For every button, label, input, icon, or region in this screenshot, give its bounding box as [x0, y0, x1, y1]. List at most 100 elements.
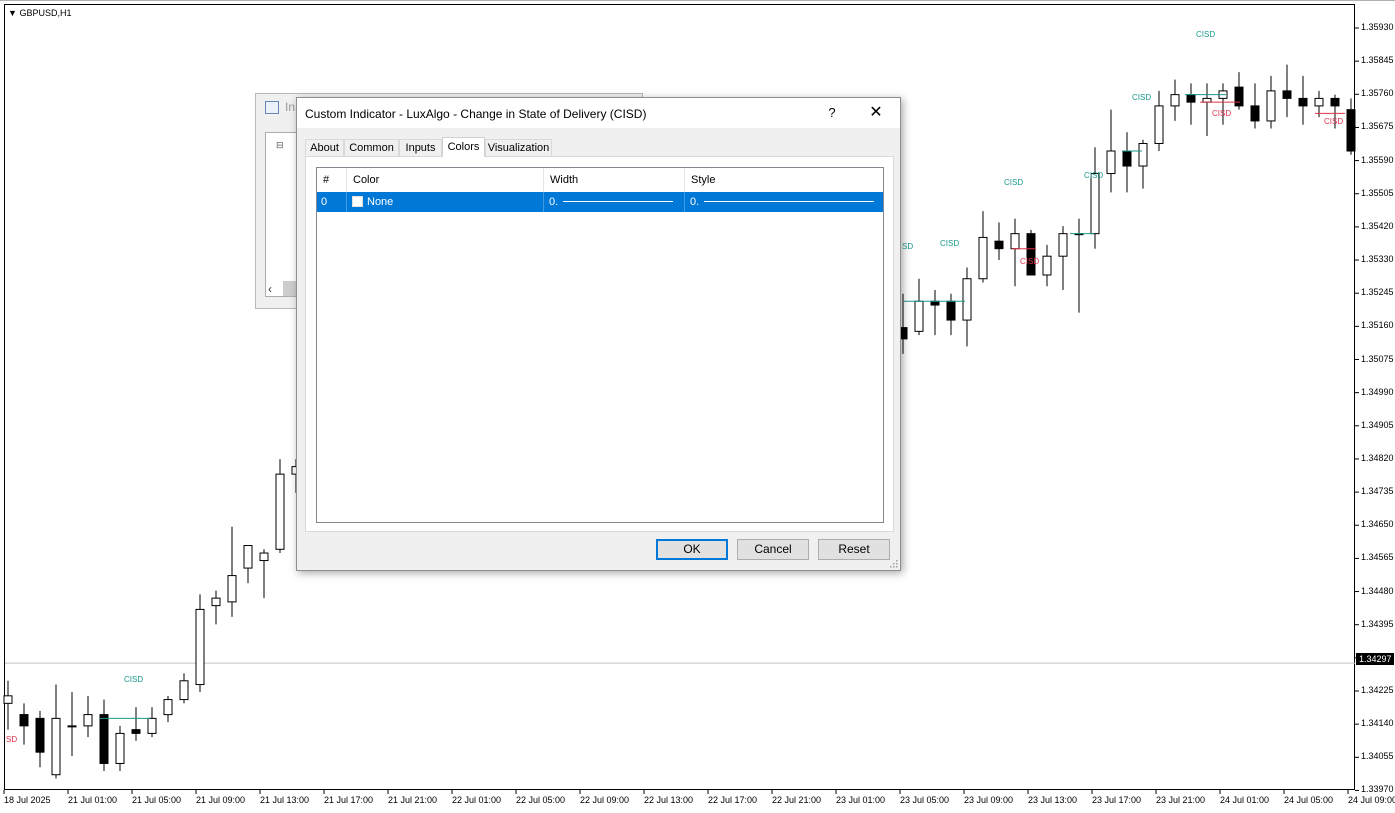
- time-axis-label: 24 Jul 09:00: [1348, 795, 1395, 805]
- cisd-label: CISD: [124, 675, 144, 684]
- candle-body: [195, 608, 205, 686]
- time-axis-label: 24 Jul 05:00: [1284, 795, 1334, 805]
- cisd-label: SD: [6, 735, 18, 744]
- candle-body: [147, 717, 157, 734]
- time-axis-label: 23 Jul 13:00: [1028, 795, 1078, 805]
- candle-body: [275, 473, 285, 550]
- table-row[interactable]: 0 None 0. 0.: [317, 192, 883, 212]
- color-cell[interactable]: None: [347, 192, 544, 212]
- price-axis-label: 1.35675: [1361, 121, 1394, 132]
- colors-tab-panel: # Color Width Style 0 None 0. 0.: [305, 156, 894, 532]
- candle-body: [243, 545, 253, 569]
- candle-body: [1186, 94, 1196, 103]
- price-axis-label: 1.34565: [1361, 552, 1394, 563]
- price-axis-label: 1.35160: [1361, 320, 1394, 331]
- reset-button[interactable]: Reset: [818, 539, 890, 560]
- custom-indicator-dialog[interactable]: Custom Indicator - LuxAlgo - Change in S…: [296, 97, 901, 571]
- candle-body: [1266, 90, 1276, 122]
- indicator-window-icon: [265, 101, 279, 114]
- tab-visualization[interactable]: Visualization: [485, 139, 552, 156]
- collapse-triangle-icon[interactable]: ▼: [8, 8, 17, 18]
- cisd-label: CISD: [1196, 30, 1216, 39]
- column-header-width[interactable]: Width: [544, 168, 685, 192]
- tab-common[interactable]: Common: [344, 139, 399, 156]
- column-header-index[interactable]: #: [317, 168, 347, 192]
- time-axis-label: 21 Jul 17:00: [324, 795, 374, 805]
- time-axis-label: 21 Jul 01:00: [68, 795, 118, 805]
- price-axis-label: 1.34480: [1361, 585, 1394, 596]
- time-axis-label: 24 Jul 01:00: [1220, 795, 1270, 805]
- close-icon[interactable]: ✕: [861, 101, 891, 125]
- price-axis-label: 1.35760: [1361, 88, 1394, 99]
- time-axis-label: 22 Jul 09:00: [580, 795, 630, 805]
- price-axis-label: 1.35245: [1361, 287, 1394, 298]
- tab-colors[interactable]: Colors: [442, 137, 485, 157]
- tree-collapse-icon[interactable]: ⊟: [276, 140, 284, 151]
- time-axis-label: 18 Jul 2025: [4, 795, 51, 805]
- candle-body: [3, 695, 13, 704]
- column-header-style[interactable]: Style: [685, 168, 883, 192]
- help-button[interactable]: ?: [817, 101, 847, 125]
- tab-inputs[interactable]: Inputs: [399, 139, 442, 156]
- tab-about[interactable]: About: [305, 139, 344, 156]
- candle-body: [1282, 90, 1292, 99]
- scroll-left-icon[interactable]: ‹: [268, 282, 272, 296]
- width-cell[interactable]: 0.: [544, 192, 685, 212]
- price-axis-label: 1.35420: [1361, 220, 1394, 231]
- price-axis-label: 1.35930: [1361, 22, 1394, 32]
- horizontal-scrollbar-thumb[interactable]: [283, 281, 297, 296]
- style-value: 0.: [690, 196, 700, 208]
- width-value: 0.: [549, 196, 559, 208]
- time-axis-label: 21 Jul 13:00: [260, 795, 310, 805]
- price-axis-label: 1.34820: [1361, 452, 1394, 463]
- time-axis-label: 23 Jul 01:00: [836, 795, 886, 805]
- price-axis-label: 1.34055: [1361, 751, 1394, 762]
- time-axis-label: 22 Jul 05:00: [516, 795, 566, 805]
- candle-body: [914, 300, 924, 332]
- color-swatch: [352, 196, 363, 207]
- candle-body: [1106, 150, 1116, 175]
- cisd-label: CISD: [940, 239, 960, 248]
- style-line-sample: [704, 201, 874, 202]
- candle-body: [1058, 233, 1068, 257]
- price-axis-label: 1.35845: [1361, 55, 1394, 66]
- price-axis-label: 1.34990: [1361, 386, 1394, 397]
- column-header-color[interactable]: Color: [347, 168, 544, 192]
- chart-symbol-label[interactable]: ▼ GBPUSD,H1: [8, 8, 71, 18]
- cisd-label: CISD: [1084, 171, 1104, 180]
- candle-body: [1234, 86, 1244, 107]
- cisd-label: CISD: [1020, 257, 1040, 266]
- candle-body: [1250, 105, 1260, 122]
- time-axis-label: 22 Jul 01:00: [452, 795, 502, 805]
- cisd-label: SD: [902, 242, 914, 251]
- candle-body: [1010, 233, 1020, 250]
- candle-body: [1298, 97, 1308, 107]
- candle-body: [962, 278, 972, 321]
- candle-body: [131, 729, 141, 734]
- candle-body: [946, 300, 956, 321]
- resize-grip-icon[interactable]: [890, 560, 898, 568]
- candle-body: [1170, 94, 1180, 107]
- price-axis-label: 1.34140: [1361, 718, 1394, 729]
- style-cell[interactable]: 0.: [685, 192, 883, 212]
- dialog-titlebar[interactable]: Custom Indicator - LuxAlgo - Change in S…: [297, 98, 900, 128]
- candle-body: [51, 717, 61, 776]
- candle-body: [99, 714, 109, 764]
- time-axis-label: 23 Jul 05:00: [900, 795, 950, 805]
- time-axis-label: 23 Jul 21:00: [1156, 795, 1206, 805]
- price-axis-label: 1.35505: [1361, 187, 1394, 198]
- cancel-button[interactable]: Cancel: [737, 539, 809, 560]
- time-axis-label: 22 Jul 21:00: [772, 795, 822, 805]
- candle-body: [1026, 233, 1036, 276]
- ok-button[interactable]: OK: [656, 539, 728, 560]
- candle-body: [1314, 97, 1324, 107]
- candle-body: [115, 732, 125, 764]
- candle-body: [1154, 105, 1164, 144]
- price-axis-label: 1.35075: [1361, 353, 1394, 364]
- cisd-label: CISD: [1324, 117, 1344, 126]
- row-index: 0: [317, 192, 347, 212]
- time-axis-label: 22 Jul 13:00: [644, 795, 694, 805]
- candle-body: [83, 714, 93, 727]
- price-axis-label: 1.34905: [1361, 419, 1394, 430]
- colors-grid[interactable]: # Color Width Style 0 None 0. 0.: [316, 167, 884, 523]
